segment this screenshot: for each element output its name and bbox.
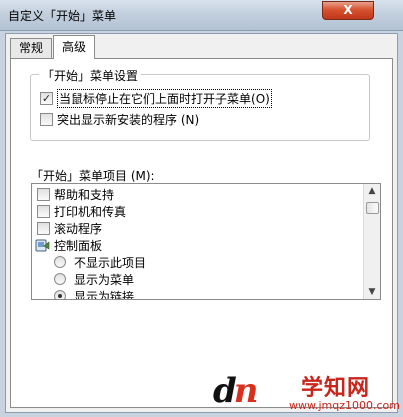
watermark-url: www.jmqz1000.com — [289, 399, 400, 412]
show-as-link-radio[interactable] — [54, 290, 66, 299]
highlight-new-programs-checkbox[interactable] — [40, 112, 53, 126]
list-item-help[interactable]: 帮助和支持 — [37, 186, 114, 202]
watermark-site-name: 学知网 — [301, 376, 371, 401]
list-item-show-as-link[interactable]: 显示为链接 — [54, 288, 135, 300]
scroll-thumb[interactable] — [366, 202, 379, 214]
list-item-do-not-show[interactable]: 不显示此项目 — [54, 254, 146, 270]
dialog-frame: 常规 高级 「开始」菜单设置 ✓ 当鼠标停止在它们上面时打开子菜单(O) 突出显… — [5, 33, 398, 413]
menu-items-label: 「开始」菜单项目 (M): — [31, 169, 155, 183]
scroll-down-icon[interactable]: ▼ — [364, 285, 380, 299]
close-button[interactable]: X — [322, 1, 374, 20]
printers-checkbox[interactable] — [37, 204, 50, 218]
scroll-programs-checkbox[interactable] — [37, 221, 50, 235]
tab-panel-advanced: 「开始」菜单设置 ✓ 当鼠标停止在它们上面时打开子菜单(O) 突出显示新安装的程… — [10, 58, 393, 408]
show-as-menu-radio[interactable] — [54, 273, 66, 285]
start-menu-settings-group: 「开始」菜单设置 ✓ 当鼠标停止在它们上面时打开子菜单(O) 突出显示新安装的程… — [30, 67, 370, 141]
watermark-logo: dn — [213, 371, 258, 411]
list-item-show-as-menu[interactable]: 显示为菜单 — [54, 271, 134, 287]
printers-label: 打印机和传真 — [54, 204, 127, 219]
control-panel-icon — [35, 238, 50, 252]
window-title: 自定义「开始」菜单 — [8, 9, 117, 23]
list-item-printers[interactable]: 打印机和传真 — [37, 203, 126, 219]
do-not-show-label: 不显示此项目 — [74, 255, 147, 270]
menu-items-list[interactable]: 帮助和支持 打印机和传真 滚动程序 控制面板 不显示此项目 显示为菜单 显示为链… — [31, 183, 381, 300]
show-as-menu-label: 显示为菜单 — [74, 272, 135, 287]
tab-general[interactable]: 常规 — [10, 38, 53, 58]
list-item-scroll-programs[interactable]: 滚动程序 — [37, 220, 102, 236]
scroll-programs-label: 滚动程序 — [54, 221, 103, 236]
open-submenus-checkbox[interactable]: ✓ — [40, 91, 53, 105]
highlight-new-programs-option[interactable]: 突出显示新安装的程序 (N) — [40, 111, 199, 127]
open-submenus-option[interactable]: ✓ 当鼠标停止在它们上面时打开子菜单(O) — [40, 88, 272, 108]
tab-general-label: 常规 — [19, 41, 44, 55]
show-as-link-label: 显示为链接 — [74, 289, 135, 300]
list-scrollbar[interactable]: ▲ ▼ — [363, 184, 380, 299]
site-watermark: dn 学知网 www.jmqz1000.com — [213, 370, 401, 414]
title-bar: 自定义「开始」菜单 X — [0, 0, 403, 31]
highlight-new-programs-label: 突出显示新安装的程序 (N) — [57, 112, 200, 127]
control-panel-label: 控制面板 — [54, 238, 103, 253]
tab-advanced-label: 高级 — [62, 40, 87, 54]
do-not-show-radio[interactable] — [54, 256, 66, 268]
open-submenus-label: 当鼠标停止在它们上面时打开子菜单(O) — [57, 88, 272, 108]
scroll-up-icon[interactable]: ▲ — [364, 184, 380, 198]
group-legend: 「开始」菜单设置 — [39, 67, 142, 84]
close-icon: X — [343, 3, 353, 17]
list-item-control-panel[interactable]: 控制面板 — [35, 237, 102, 253]
help-label: 帮助和支持 — [54, 187, 115, 202]
tab-advanced[interactable]: 高级 — [53, 35, 96, 59]
help-checkbox[interactable] — [37, 187, 50, 201]
